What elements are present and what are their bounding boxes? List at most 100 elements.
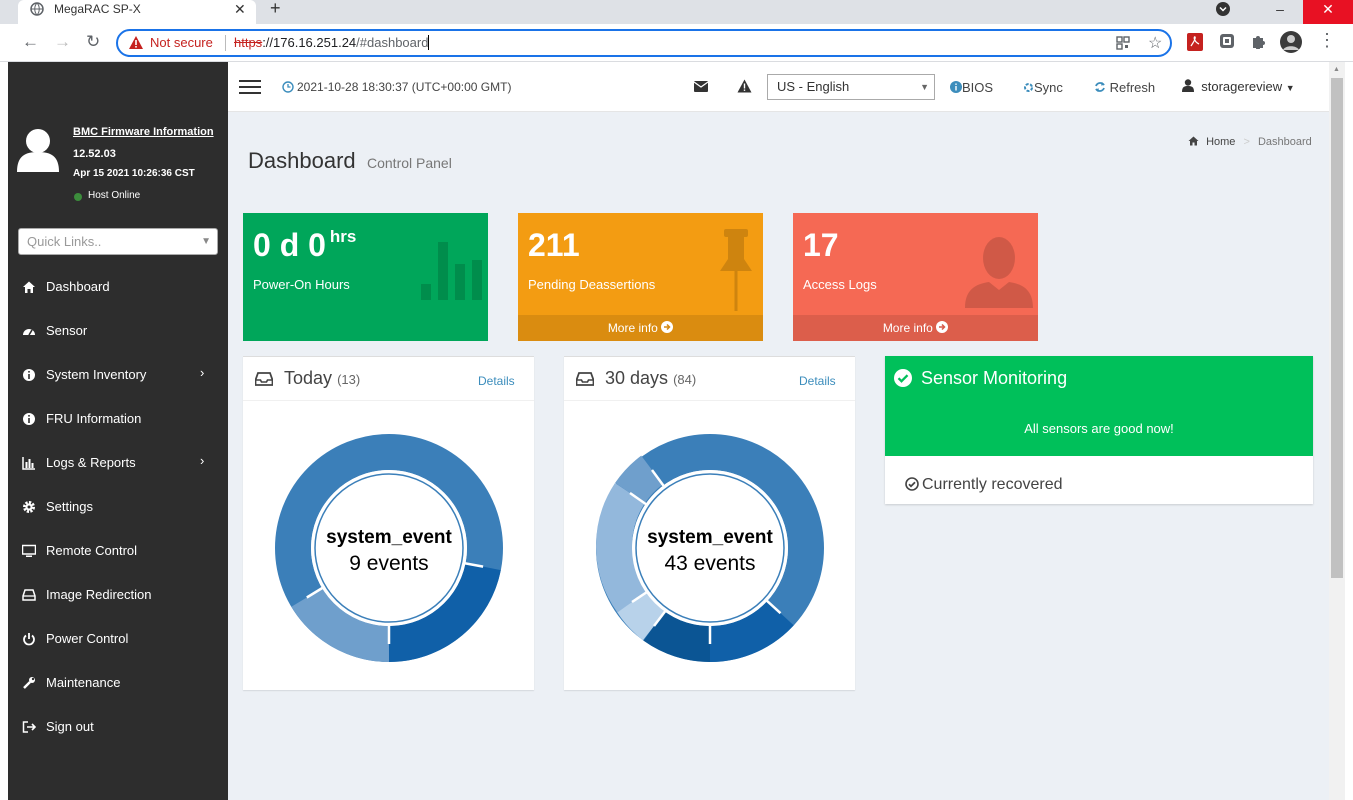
sidebar-item-label: Maintenance — [46, 675, 121, 690]
breadcrumb-home[interactable]: Home — [1206, 136, 1235, 148]
text-caret — [428, 35, 430, 50]
more-info-link[interactable]: More info — [793, 315, 1038, 341]
info-circle-icon — [950, 81, 962, 93]
hamburger-menu-icon[interactable] — [239, 80, 261, 95]
page-title: Dashboard — [248, 148, 356, 173]
sidebar-item-sensor[interactable]: Sensor — [8, 309, 228, 353]
panel-count: (84) — [673, 372, 697, 387]
url-host: ://176.16.251.24 — [262, 35, 357, 50]
events-today-panel: Today (13) Details system_event 9 events — [243, 356, 534, 690]
donut-chart[interactable]: system_event 9 events — [273, 432, 505, 664]
breadcrumb-current: Dashboard — [1257, 136, 1312, 148]
forward-icon[interactable]: → — [54, 32, 71, 52]
inbox-icon — [255, 372, 273, 386]
events-30days-panel: 30 days (84) Details system_event 43 eve… — [564, 356, 855, 690]
donut-center-name: system_event — [326, 527, 452, 548]
stat-label: Access Logs — [803, 277, 877, 292]
new-tab-button[interactable]: + — [270, 0, 281, 19]
power-on-unit: hrs — [329, 227, 357, 246]
panel-title: 30 days (84) — [605, 368, 696, 389]
power-on-value: 0 d 0 — [253, 227, 326, 263]
warning-icon[interactable] — [737, 79, 752, 93]
sidebar-item-label: Sign out — [46, 719, 94, 734]
browser-toolbar: ← → ↻ Not secure https://176.16.251.24/#… — [0, 24, 1353, 62]
page-subtitle: Control Panel — [367, 155, 452, 171]
host-status: Host Online — [88, 190, 141, 201]
browser-tab-strip: MegaRAC SP-X ✕ + – ✕ — [0, 0, 1353, 24]
sync-label: Sync — [1034, 80, 1063, 95]
user-icon — [965, 237, 1033, 308]
window-edge — [0, 62, 8, 800]
breadcrumb: Home > Dashboard — [1188, 136, 1312, 148]
puzzle-icon[interactable] — [1251, 33, 1267, 49]
url-text[interactable]: https://176.16.251.24/#dashboard — [234, 35, 430, 50]
user-icon — [1182, 79, 1194, 92]
tab-search-icon[interactable] — [1216, 2, 1230, 16]
sidebar-item-sign-out[interactable]: Sign out — [8, 705, 228, 749]
sidebar-item-label: Power Control — [46, 631, 129, 646]
panel-title-text: Today — [284, 368, 333, 388]
refresh-link[interactable]: Refresh — [1094, 80, 1155, 95]
refresh-icon — [1095, 82, 1105, 92]
inbox-icon — [576, 372, 594, 386]
page-scrollbar[interactable]: ▲ — [1329, 62, 1345, 800]
chevron-right-icon: › — [200, 365, 205, 380]
sidebar-item-label: FRU Information — [46, 411, 142, 426]
stat-label: Pending Deassertions — [528, 277, 656, 292]
browser-tab[interactable]: MegaRAC SP-X ✕ — [18, 0, 256, 24]
sidebar-item-dashboard[interactable]: Dashboard — [8, 265, 228, 309]
datetime-display: 2021-10-28 18:30:37 (UTC+00:00 GMT) — [297, 80, 512, 94]
more-info-link[interactable]: More info — [518, 315, 763, 341]
language-select[interactable]: US - English ▼ — [767, 74, 935, 100]
close-window-icon[interactable]: ✕ — [1303, 0, 1353, 24]
sidebar-item-image-redirection[interactable]: Image Redirection — [8, 573, 228, 617]
caret-down-icon: ▼ — [1285, 83, 1295, 93]
profile-avatar[interactable] — [1280, 31, 1302, 53]
tab-title: MegaRAC SP-X — [54, 2, 141, 16]
sidebar-item-remote-control[interactable]: Remote Control — [8, 529, 228, 573]
minimize-icon[interactable]: – — [1257, 0, 1303, 24]
sidebar-item-system-inventory[interactable]: System Inventory › — [8, 353, 228, 397]
address-bar[interactable]: Not secure https://176.16.251.24/#dashbo… — [116, 29, 1172, 57]
thumbtack-icon — [720, 229, 752, 311]
quick-links-select[interactable]: Quick Links.. ▼ — [18, 228, 218, 255]
sidebar-item-label: System Inventory — [46, 367, 147, 382]
donut-center-count: 43 events — [664, 552, 755, 575]
stat-label: Power-On Hours — [253, 277, 350, 292]
sensor-panel-header: Sensor Monitoring — [885, 356, 1313, 401]
sign-out-icon — [22, 721, 36, 733]
stat-box-access-logs: 17 Access Logs More info — [793, 213, 1038, 341]
sidebar-item-maintenance[interactable]: Maintenance — [8, 661, 228, 705]
details-link[interactable]: Details — [478, 374, 515, 388]
qr-code-icon[interactable] — [1116, 36, 1130, 50]
stat-value: 211 — [528, 227, 580, 263]
scrollbar-thumb[interactable] — [1331, 78, 1343, 578]
back-icon[interactable]: ← — [22, 32, 39, 52]
dashboard-gauge-icon — [23, 329, 35, 336]
sync-link[interactable]: Sync — [1023, 80, 1063, 95]
sidebar-item-logs-reports[interactable]: Logs & Reports › — [8, 441, 228, 485]
donut-chart[interactable]: system_event 43 events — [594, 432, 826, 664]
arrow-circle-right-icon — [936, 321, 949, 333]
bios-link[interactable]: BIOS — [950, 80, 993, 95]
sidebar-item-power-control[interactable]: Power Control — [8, 617, 228, 661]
fw-info-link[interactable]: BMC Firmware Information — [73, 126, 214, 138]
user-label: storagereview — [1201, 79, 1283, 94]
language-value: US - English — [777, 79, 850, 94]
pdf-extension-icon[interactable] — [1187, 33, 1203, 51]
bookmark-star-icon[interactable]: ☆ — [1148, 33, 1162, 53]
reload-icon[interactable]: ↻ — [86, 32, 100, 52]
user-menu[interactable]: storagereview ▼ — [1182, 79, 1295, 94]
browser-menu-icon[interactable]: ⋮ — [1318, 30, 1336, 51]
sidebar-item-label: Remote Control — [46, 543, 138, 558]
arrow-circle-right-icon — [661, 321, 674, 333]
more-info-label: More info — [882, 321, 933, 335]
sidebar-item-settings[interactable]: Settings — [8, 485, 228, 529]
extension-icon[interactable] — [1219, 33, 1235, 49]
address-separator — [225, 35, 226, 51]
tab-close-icon[interactable]: ✕ — [234, 0, 246, 18]
details-link[interactable]: Details — [799, 374, 836, 388]
sidebar-item-fru-information[interactable]: FRU Information — [8, 397, 228, 441]
scroll-up-icon[interactable]: ▲ — [1333, 66, 1340, 73]
envelope-icon[interactable] — [694, 81, 708, 92]
